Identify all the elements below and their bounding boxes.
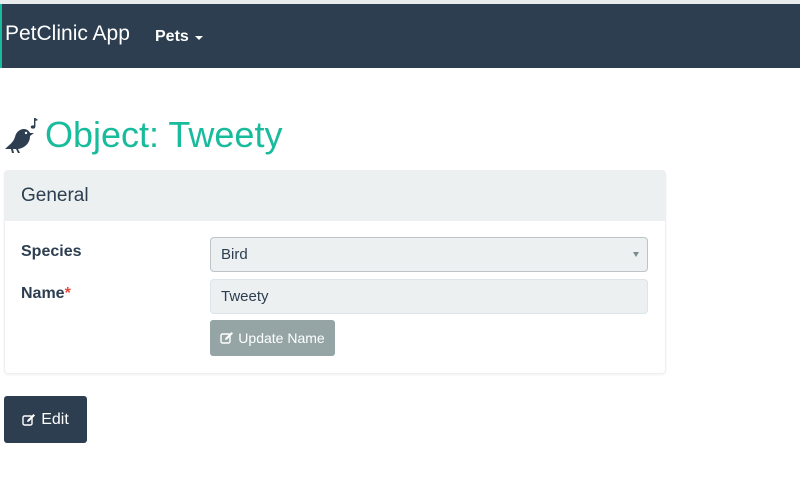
edit-icon: [22, 413, 36, 426]
edit-button[interactable]: Edit: [4, 396, 87, 443]
species-selected-value: Bird: [221, 246, 248, 263]
required-marker: *: [64, 285, 71, 302]
general-panel: General Species Bird Name* Tweety Update…: [4, 170, 666, 374]
page-title-text: Object: Tweety: [45, 114, 283, 155]
caret-down-icon: [194, 36, 203, 40]
edit-button-label: Edit: [41, 410, 69, 428]
page-title: Object: Tweety: [3, 112, 282, 158]
navbar: PetClinic App Pets: [0, 4, 800, 68]
species-select[interactable]: Bird: [210, 237, 648, 272]
update-name-button[interactable]: Update Name: [210, 320, 335, 356]
name-input[interactable]: Tweety: [210, 279, 648, 314]
nav-pets-dropdown[interactable]: Pets: [155, 26, 203, 48]
name-label-text: Name: [21, 285, 65, 302]
name-input-value: Tweety: [221, 288, 269, 305]
name-label: Name*: [21, 285, 71, 303]
navbar-brand[interactable]: PetClinic App: [5, 20, 130, 48]
edit-icon: [220, 332, 234, 344]
nav-pets-label: Pets: [155, 28, 189, 45]
species-label: Species: [21, 243, 82, 260]
panel-heading: General: [5, 171, 665, 221]
update-name-label: Update Name: [238, 330, 325, 346]
songbird-icon: [5, 118, 38, 153]
select-arrow-icon: [633, 252, 639, 257]
